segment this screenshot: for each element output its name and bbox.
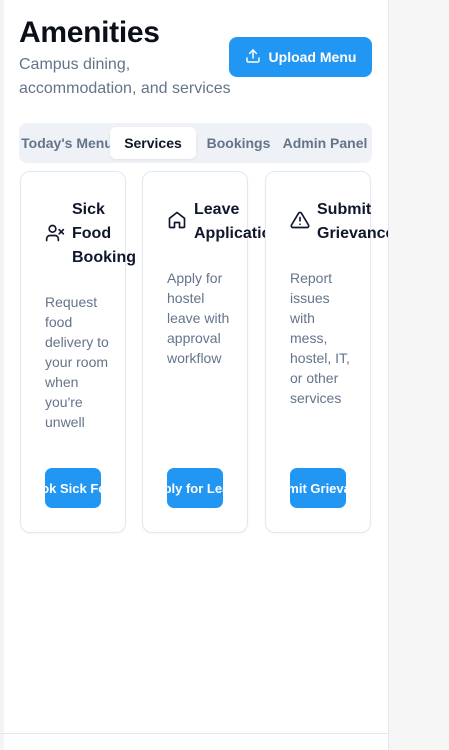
card-description: Report issues with mess, hostel, IT, or … <box>290 270 350 406</box>
card-description: Apply for hostel leave with approval wor… <box>167 270 230 366</box>
tab-todays-menu[interactable]: Today's Menu <box>21 127 113 159</box>
upload-icon <box>245 48 261 67</box>
service-card-grievance: Submit Grievance Report issues with mess… <box>265 171 388 533</box>
card-title: Leave Application <box>194 201 282 242</box>
book-sick-food-button[interactable]: Book Sick Food <box>45 468 101 508</box>
card-description: Request food delivery to your room when … <box>45 294 109 430</box>
tab-bookings[interactable]: Bookings <box>200 127 277 159</box>
tab-list: Today's Menu Services Bookings Admin Pan… <box>19 123 372 163</box>
home-icon <box>167 210 187 230</box>
button-label: Apply for Leave <box>167 480 223 496</box>
alert-triangle-icon <box>290 210 310 230</box>
service-card-sick-food: Sick Food Booking Request food delivery … <box>20 171 136 533</box>
button-label: Book Sick Food <box>45 480 101 496</box>
page-subtitle: Campus dining, accommodation, and servic… <box>19 56 231 97</box>
right-gutter <box>388 0 449 750</box>
apply-for-leave-button[interactable]: Apply for Leave <box>167 468 223 508</box>
tab-admin-panel[interactable]: Admin Panel <box>280 127 370 159</box>
tab-services[interactable]: Services <box>110 127 196 159</box>
service-card-leave: Leave Application Apply for hostel leave… <box>142 171 281 533</box>
footer-divider <box>0 733 388 734</box>
card-title: Submit Grievance <box>317 201 388 242</box>
left-edge <box>0 0 4 750</box>
user-x-icon <box>45 223 65 243</box>
page-title: Amenities <box>19 16 160 49</box>
card-title: Sick Food Booking <box>72 201 136 266</box>
submit-grievance-button[interactable]: Submit Grievance <box>290 468 346 508</box>
button-label: Submit Grievance <box>290 480 346 496</box>
amenities-panel: Amenities Campus dining, accommodation, … <box>0 0 388 750</box>
upload-menu-button[interactable]: Upload Menu <box>229 37 372 77</box>
upload-menu-label: Upload Menu <box>268 49 357 65</box>
